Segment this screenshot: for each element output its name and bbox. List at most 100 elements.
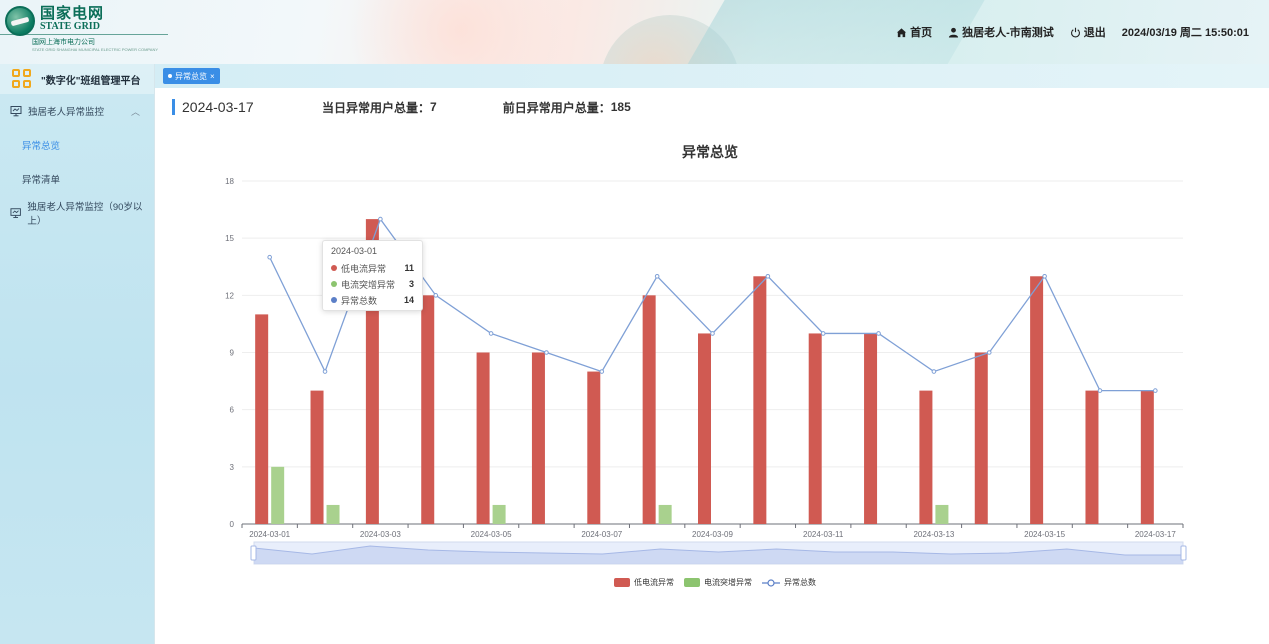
point-total bbox=[986, 350, 992, 355]
today-count-value: 7 bbox=[430, 100, 437, 114]
today-count-label: 当日异常用户总量： bbox=[322, 100, 431, 115]
bar-low-current bbox=[476, 352, 490, 524]
state-grid-emblem-icon bbox=[5, 6, 35, 36]
platform-title[interactable]: "数字化"班组管理平台 bbox=[0, 64, 154, 94]
bar-low-current bbox=[255, 314, 269, 524]
tab-bar: 异常总览 × bbox=[155, 64, 1269, 88]
bar-low-current bbox=[531, 352, 545, 524]
summary-bar: 2024-03-17 当日异常用户总量： 7 前日异常用户总量： 185 bbox=[172, 97, 631, 117]
point-total bbox=[599, 369, 605, 374]
point-total bbox=[544, 350, 549, 355]
overview-chart: 异常总览 0 3 6 9 12 15 18 2024-03-01 2024-03-03 2024-0… bbox=[155, 88, 1269, 644]
bar-low-current bbox=[974, 352, 988, 524]
sidebar-item-label: 异常清单 bbox=[22, 175, 61, 186]
point-total bbox=[876, 331, 881, 336]
legend-swatch bbox=[684, 578, 700, 587]
apps-grid-icon bbox=[12, 69, 32, 89]
app-header: 国家电网 STATE GRID 国网上海市电力公司 STATE GRID SHA… bbox=[0, 0, 1269, 64]
tab-overview[interactable]: 异常总览 × bbox=[163, 68, 220, 84]
y-tick-label: 9 bbox=[230, 349, 235, 358]
sidebar-item-overview[interactable]: 异常总览 bbox=[0, 128, 154, 162]
x-tick-label: 2024-03-01 bbox=[249, 530, 290, 539]
tooltip-row: 电流突增异常 3 bbox=[331, 276, 414, 292]
x-tick-label: 2024-03-05 bbox=[471, 530, 512, 539]
legend-item-total[interactable]: 异常总数 bbox=[762, 577, 816, 588]
legend-item-low-current[interactable]: 低电流异常 bbox=[614, 577, 674, 588]
bar-low-current bbox=[1140, 390, 1154, 524]
active-dot-icon bbox=[168, 74, 172, 78]
bar-low-current bbox=[919, 390, 933, 524]
datetime-display: 2024/03/19 周二 15:50:01 bbox=[1122, 24, 1249, 40]
logo-divider bbox=[0, 34, 168, 35]
point-total bbox=[322, 369, 328, 374]
x-tick-label: 2024-03-17 bbox=[1135, 530, 1176, 539]
bar-low-current bbox=[864, 333, 878, 524]
x-tick-label: 2024-03-07 bbox=[581, 530, 622, 539]
logo-company-name-en: STATE GRID SHANGHAI MUNICIPAL ELECTRIC P… bbox=[32, 47, 159, 52]
tooltip-series-name: 异常总数 bbox=[341, 295, 378, 306]
point-total bbox=[654, 273, 660, 279]
tooltip-series-value: 11 bbox=[404, 263, 414, 273]
point-total bbox=[433, 293, 439, 298]
home-link[interactable]: 首页 bbox=[896, 24, 932, 40]
bar-surge bbox=[658, 504, 672, 524]
point-total bbox=[1153, 388, 1158, 393]
bar-low-current bbox=[753, 276, 767, 524]
bar-low-current bbox=[808, 333, 822, 524]
series-dot-icon bbox=[331, 265, 337, 271]
series-dot-icon bbox=[331, 281, 337, 287]
logout-button[interactable]: 退出 bbox=[1070, 24, 1106, 40]
datetime-text: 2024/03/19 周二 15:50:01 bbox=[1121, 27, 1249, 39]
header-decoration bbox=[330, 0, 590, 64]
chart-title: 异常总览 bbox=[682, 144, 738, 160]
logo-company-name: 国网上海市电力公司 bbox=[32, 39, 95, 46]
bar-low-current bbox=[1030, 276, 1044, 524]
legend-label: 低电流异常 bbox=[634, 578, 674, 587]
tooltip-date: 2024-03-01 bbox=[331, 246, 378, 256]
tooltip-series-value: 3 bbox=[408, 279, 414, 289]
logo-english-name: STATE GRID bbox=[40, 21, 100, 32]
y-tick-label: 15 bbox=[225, 234, 234, 243]
x-tick-label: 2024-03-15 bbox=[1024, 530, 1065, 539]
prev-count-value: 185 bbox=[610, 100, 631, 114]
bar-low-current bbox=[310, 390, 324, 524]
tooltip-series-value: 14 bbox=[403, 295, 414, 305]
tooltip-series-name: 低电流异常 bbox=[341, 263, 387, 274]
bar-low-current bbox=[642, 295, 656, 524]
chevron-up-icon: ︿ bbox=[130, 106, 140, 117]
bar-low-current bbox=[421, 295, 435, 524]
home-icon bbox=[897, 27, 907, 37]
bar-surge bbox=[935, 504, 949, 524]
menu-group-label: 独居老人异常监控（90岁以上） bbox=[27, 202, 143, 227]
logo-chinese-name: 国家电网 bbox=[40, 5, 105, 22]
user-name: 独居老人-市南测试 bbox=[962, 27, 1054, 39]
menu-group-elderly-monitor[interactable]: 独居老人异常监控 ︿ bbox=[0, 94, 154, 128]
monitor-icon bbox=[10, 208, 21, 219]
point-total bbox=[820, 331, 826, 336]
home-label: 首页 bbox=[910, 27, 933, 39]
point-total bbox=[378, 216, 383, 222]
sidebar-item-list[interactable]: 异常清单 bbox=[0, 162, 154, 196]
bar-low-current bbox=[587, 371, 601, 524]
bar-surge bbox=[271, 466, 285, 524]
x-tick-label: 2024-03-11 bbox=[803, 530, 844, 539]
tooltip-row: 异常总数 14 bbox=[331, 292, 414, 308]
platform-title-text: "数字化"班组管理平台 bbox=[41, 75, 141, 87]
power-icon bbox=[1070, 27, 1080, 37]
tooltip-row: 低电流异常 11 bbox=[331, 260, 414, 276]
user-menu[interactable]: 独居老人-市南测试 bbox=[948, 24, 1054, 40]
y-tick-label: 18 bbox=[225, 177, 234, 186]
legend-item-surge[interactable]: 电流突增异常 bbox=[684, 577, 752, 588]
y-tick-label: 6 bbox=[230, 406, 235, 415]
close-icon[interactable]: × bbox=[210, 72, 215, 81]
series-dot-icon bbox=[331, 297, 337, 303]
bar-surge bbox=[326, 504, 340, 524]
x-tick-label: 2024-03-09 bbox=[692, 530, 733, 539]
top-nav: 首页 独居老人-市南测试 退出 2024/03/19 周二 15:50:01 bbox=[896, 24, 1249, 40]
y-tick-label: 3 bbox=[230, 463, 235, 472]
sidebar-item-label: 异常总览 bbox=[22, 141, 61, 152]
summary-accent-bar bbox=[172, 99, 175, 115]
chart-canvas: 异常总览 0 3 6 9 12 15 18 2024-03-01 2024-03-03 2024-0… bbox=[225, 144, 1187, 565]
user-icon bbox=[949, 27, 959, 38]
menu-group-elderly-monitor-90plus[interactable]: 独居老人异常监控（90岁以上） bbox=[0, 196, 154, 230]
